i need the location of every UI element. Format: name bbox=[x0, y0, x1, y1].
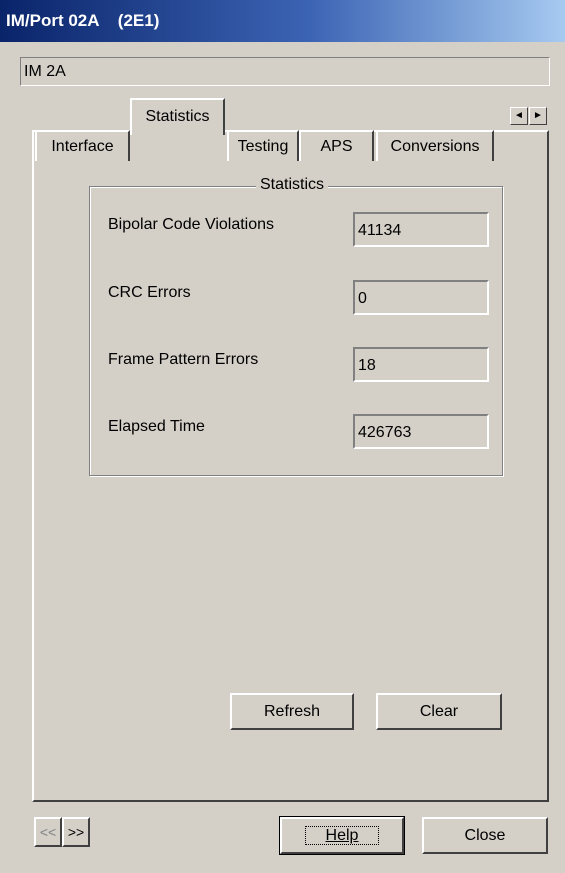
bipolar-code-violations-label: Bipolar Code Violations bbox=[108, 216, 275, 233]
tab-statistics[interactable]: Statistics bbox=[130, 98, 225, 135]
close-button[interactable]: Close bbox=[422, 817, 548, 854]
tab-aps[interactable]: APS bbox=[299, 130, 374, 161]
window-title: IM/Port 02A (2E1) bbox=[6, 11, 160, 30]
help-button[interactable]: Help bbox=[279, 816, 405, 855]
frame-pattern-errors-label: Frame Pattern Errors bbox=[108, 351, 259, 368]
elapsed-time-label: Elapsed Time bbox=[108, 418, 205, 435]
help-button-label: Help bbox=[304, 826, 380, 845]
tab-conversions[interactable]: Conversions bbox=[376, 130, 494, 161]
tab-interface[interactable]: Interface bbox=[35, 130, 130, 161]
statistics-group-title: Statistics bbox=[256, 175, 329, 195]
port-name-field[interactable]: IM 2A bbox=[20, 57, 550, 86]
tab-scroll-left-icon[interactable]: ◄ bbox=[510, 107, 528, 125]
title-bar[interactable]: IM/Port 02A (2E1) bbox=[0, 0, 565, 42]
bipolar-code-violations-value: 41134 bbox=[353, 212, 489, 247]
elapsed-time-value: 426763 bbox=[353, 414, 489, 449]
previous-button[interactable]: << bbox=[34, 817, 62, 847]
tab-testing[interactable]: Testing bbox=[227, 130, 299, 161]
frame-pattern-errors-value: 18 bbox=[353, 347, 489, 382]
next-button[interactable]: >> bbox=[62, 817, 90, 847]
refresh-button[interactable]: Refresh bbox=[230, 693, 354, 730]
crc-errors-label: CRC Errors bbox=[108, 284, 191, 301]
tab-scroll-right-icon[interactable]: ► bbox=[529, 107, 547, 125]
crc-errors-value: 0 bbox=[353, 280, 489, 315]
clear-button[interactable]: Clear bbox=[376, 693, 502, 730]
